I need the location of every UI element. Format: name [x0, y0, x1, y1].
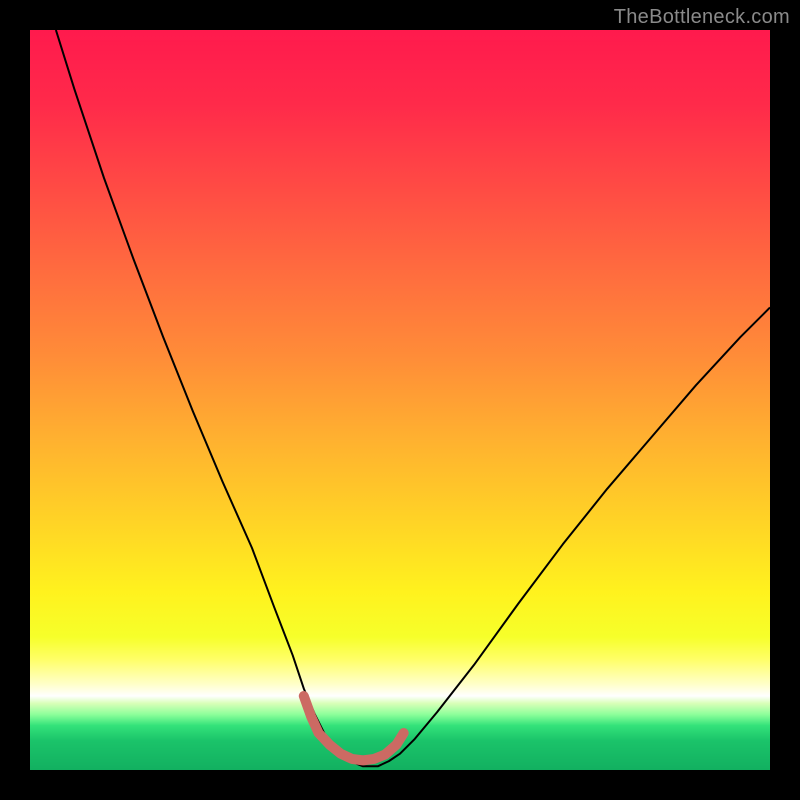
- optimal-range-marker: [304, 696, 404, 760]
- watermark-label: TheBottleneck.com: [614, 6, 790, 29]
- curve-layer: [30, 30, 770, 770]
- chart-container: TheBottleneck.com: [0, 0, 800, 800]
- plot-area: [30, 30, 770, 770]
- bottleneck-curve: [56, 30, 770, 766]
